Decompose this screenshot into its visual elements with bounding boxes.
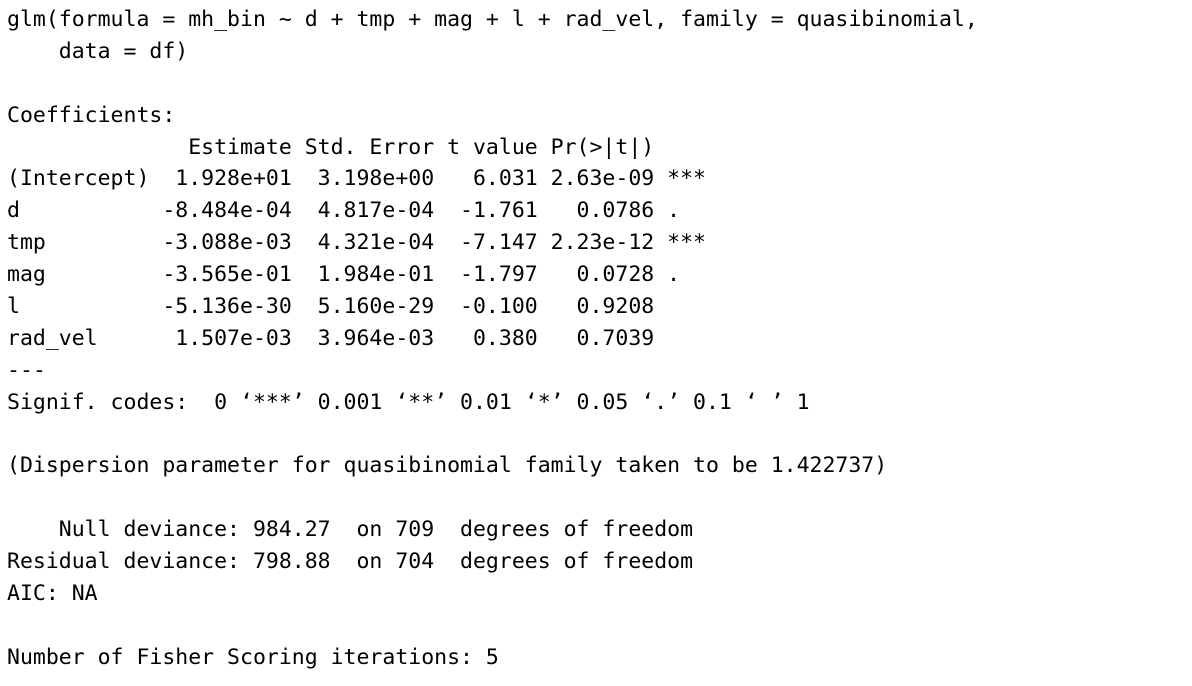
coefficients-heading: Coefficients:	[7, 102, 176, 128]
coefficient-row-intercept: (Intercept) 1.928e+01 3.198e+00 6.031 2.…	[7, 166, 706, 192]
table-separator: ---	[7, 357, 46, 383]
dispersion-line: (Dispersion parameter for quasibinomial …	[7, 453, 888, 479]
coefficients-table-header: Estimate Std. Error t value Pr(>|t|)	[7, 134, 706, 160]
coefficient-row-mag: mag -3.565e-01 1.984e-01 -1.797 0.0728 .	[7, 262, 706, 288]
null-deviance-line: Null deviance: 984.27 on 709 degrees of …	[7, 517, 694, 543]
glm-call-continuation-line: data = df)	[7, 38, 189, 64]
fisher-scoring-line: Number of Fisher Scoring iterations: 5	[7, 644, 499, 670]
r-console-output: glm(formula = mh_bin ~ d + tmp + mag + l…	[0, 0, 1192, 686]
coefficient-row-rad-vel: rad_vel 1.507e-03 3.964e-03 0.380 0.7039	[7, 325, 706, 351]
aic-line: AIC: NA	[7, 581, 98, 607]
residual-deviance-line: Residual deviance: 798.88 on 704 degrees…	[7, 549, 694, 575]
glm-call-line: glm(formula = mh_bin ~ d + tmp + mag + l…	[7, 7, 978, 32]
coefficient-row-l: l -5.136e-30 5.160e-29 -0.100 0.9208	[7, 294, 706, 320]
signif-codes-line: Signif. codes: 0 ‘***’ 0.001 ‘**’ 0.01 ‘…	[7, 389, 810, 415]
coefficient-row-d: d -8.484e-04 4.817e-04 -1.761 0.0786 .	[7, 198, 706, 224]
coefficient-row-tmp: tmp -3.088e-03 4.321e-04 -7.147 2.23e-12…	[7, 230, 706, 256]
